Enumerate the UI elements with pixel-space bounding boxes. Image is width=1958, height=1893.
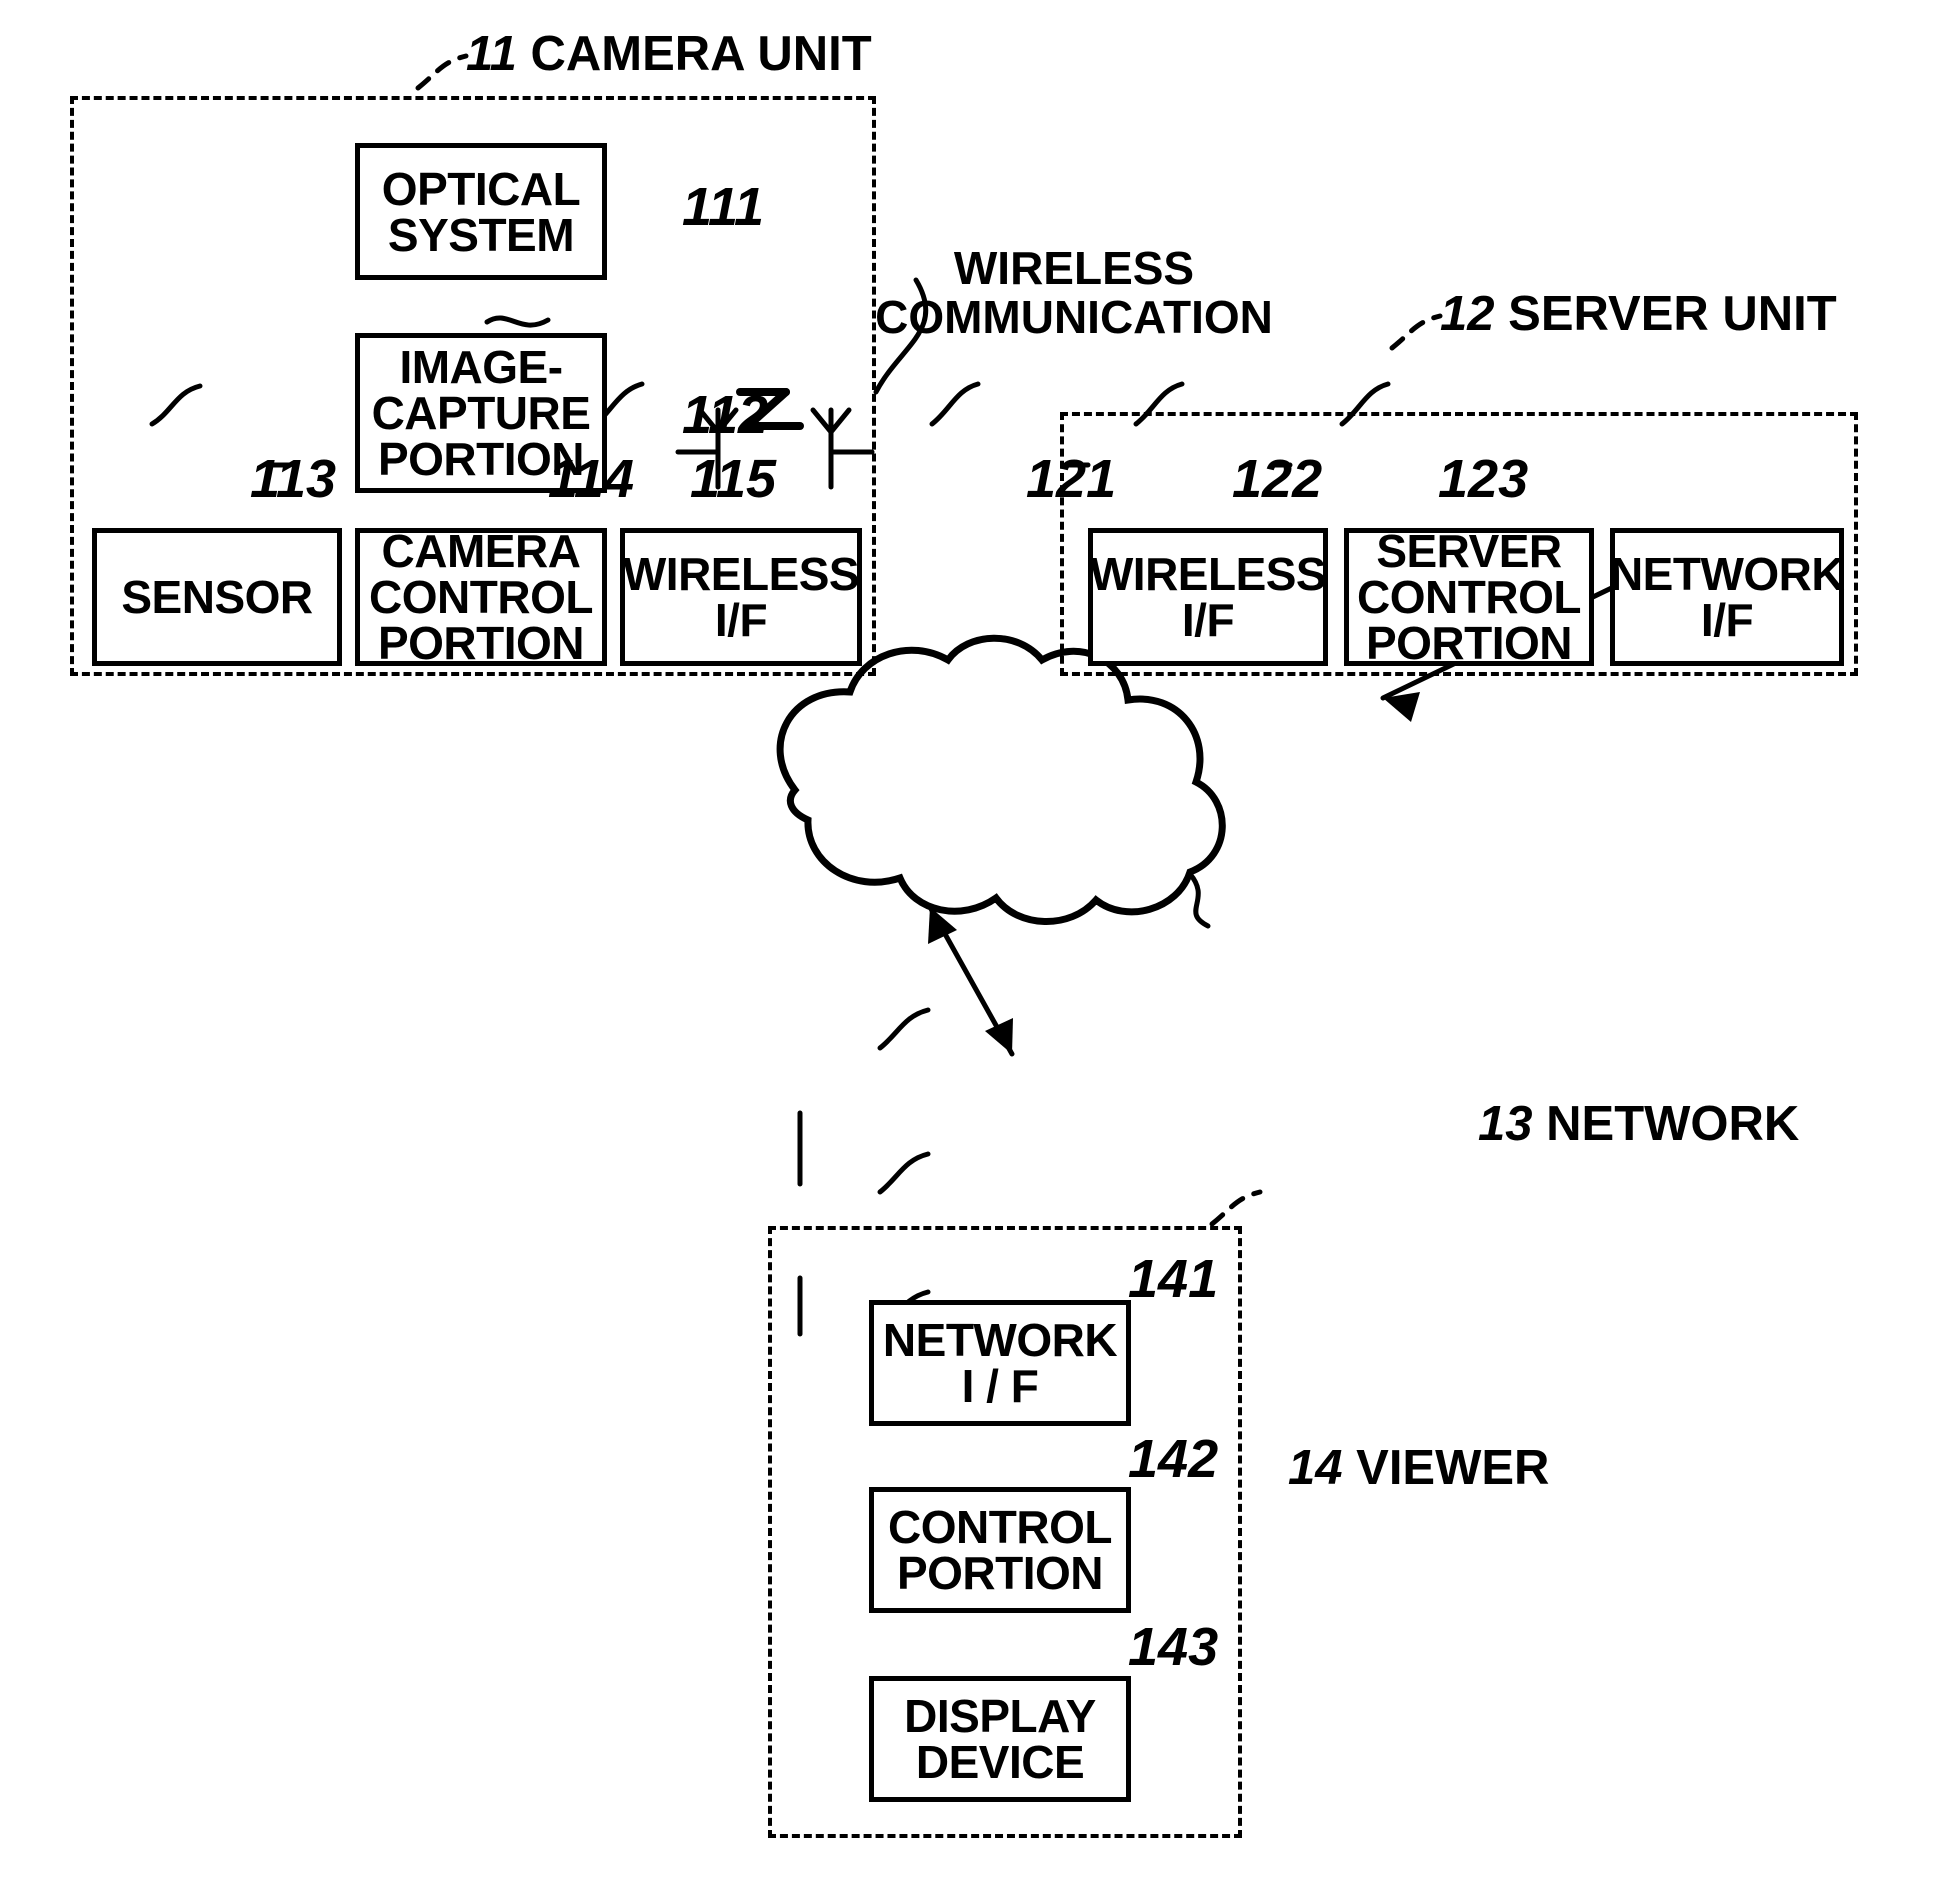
ref-141: 141 <box>1128 1249 1219 1309</box>
block-optical-system-label: OPTICAL SYSTEM <box>381 162 581 261</box>
leader-142 <box>877 1151 931 1195</box>
network-cloud-icon <box>776 634 1226 925</box>
block-viewer-control-portion-label: CONTROL PORTION <box>888 1501 1112 1599</box>
arrow-cloud-to-viewer-line <box>927 904 1015 1057</box>
server-unit-label: 12 SERVER UNIT <box>1440 290 1837 339</box>
leader-121 <box>929 381 981 427</box>
camera-unit-ref: 11 <box>466 27 517 81</box>
ref-114: 114 <box>548 449 635 509</box>
ref-123: 123 <box>1438 449 1529 509</box>
viewer-label: 14 VIEWER <box>1288 1444 1549 1493</box>
leader-14-unit <box>1209 1189 1263 1227</box>
block-server-network-if-label: NETWORK I/F <box>1609 548 1845 646</box>
block-viewer-display-device[interactable]: DISPLAY DEVICE <box>869 1676 1131 1802</box>
arrow-head-cloud2 <box>928 907 957 944</box>
block-viewer-network-if[interactable]: NETWORK I / F <box>869 1300 1131 1426</box>
block-sensor-label: SENSOR <box>121 571 313 623</box>
wireless-communication-caption: WIRELESS COMMUNICATION <box>875 242 1273 343</box>
block-server-control-portion[interactable]: SERVER CONTROL PORTION <box>1344 528 1594 666</box>
block-camera-control-portion-label: CAMERA CONTROL PORTION <box>369 525 593 669</box>
camera-unit-label: 11 CAMERA UNIT <box>466 30 872 79</box>
ref-143: 143 <box>1128 1617 1219 1677</box>
block-viewer-network-if-label: NETWORK I / F <box>882 1314 1118 1412</box>
leader-11-unit <box>415 53 469 91</box>
block-server-control-portion-label: SERVER CONTROL PORTION <box>1357 525 1581 669</box>
arrow-head-viewer <box>985 1018 1013 1054</box>
block-camera-control-portion[interactable]: CAMERA CONTROL PORTION <box>355 528 607 666</box>
viewer-name: VIEWER <box>1356 1441 1550 1495</box>
ref-122: 122 <box>1232 449 1323 509</box>
block-server-network-if[interactable]: NETWORK I/F <box>1609 528 1845 666</box>
viewer-ref: 14 <box>1288 1441 1343 1495</box>
network-name: NETWORK <box>1546 1097 1800 1151</box>
ref-142: 142 <box>1128 1429 1219 1489</box>
block-sensor[interactable]: SENSOR <box>92 528 342 666</box>
block-optical-system[interactable]: OPTICAL SYSTEM <box>355 143 607 280</box>
leader-12-unit <box>1389 313 1443 351</box>
camera-unit-name: CAMERA UNIT <box>530 27 872 81</box>
server-unit-ref: 12 <box>1440 287 1495 341</box>
ref-121: 121 <box>1026 449 1117 509</box>
arrow-head-cloud <box>1383 692 1420 722</box>
block-server-wireless-if-label: WIRELESS I/F <box>1089 548 1327 646</box>
server-unit-name: SERVER UNIT <box>1508 287 1837 341</box>
network-label: 13 NETWORK <box>1478 1100 1799 1149</box>
network-ref: 13 <box>1478 1097 1533 1151</box>
ref-112: 112 <box>682 385 769 445</box>
block-viewer-display-device-label: DISPLAY DEVICE <box>904 1690 1096 1788</box>
block-viewer-control-portion[interactable]: CONTROL PORTION <box>869 1487 1131 1613</box>
ref-113: 113 <box>250 449 337 509</box>
ref-111: 111 <box>682 177 765 237</box>
block-camera-wireless-if-label: WIRELESS I/F <box>622 548 860 646</box>
figure-canvas: 11 CAMERA UNIT OPTICAL SYSTEM 111 IMAGE-… <box>0 0 1958 1893</box>
leader-13-network <box>1187 871 1211 929</box>
block-camera-wireless-if[interactable]: WIRELESS I/F <box>620 528 862 666</box>
ref-115: 115 <box>690 449 777 509</box>
leader-141 <box>877 1007 931 1051</box>
block-server-wireless-if[interactable]: WIRELESS I/F <box>1088 528 1328 666</box>
